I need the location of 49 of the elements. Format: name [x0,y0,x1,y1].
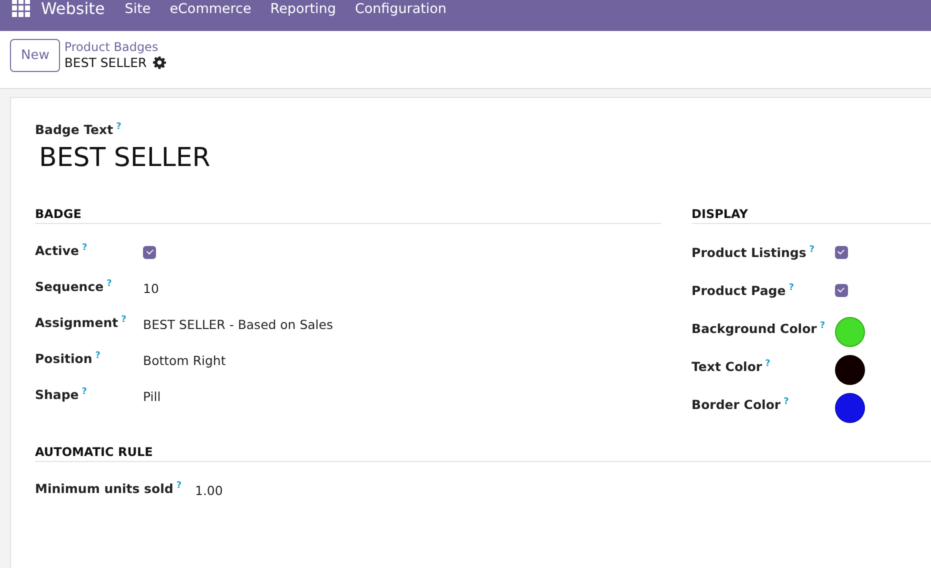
color-swatch[interactable] [834,393,865,423]
settings-icon[interactable] [152,56,166,69]
menu-item[interactable]: Configuration [354,0,446,16]
help-tooltip-mark[interactable]: ? [82,243,88,253]
field-value[interactable]: 10 [143,280,159,296]
color-swatch[interactable] [834,355,865,385]
menu-item[interactable]: eCommerce [170,0,252,16]
field-value[interactable]: BEST SELLER - Based on Sales [143,316,333,332]
menu-item[interactable]: Reporting [270,0,336,16]
badge-text-value[interactable]: BEST SELLER [39,143,931,173]
field-label: Text Color [692,359,762,374]
field-label: Shape [35,387,79,402]
help-tooltip-mark[interactable]: ? [82,387,87,397]
field-label: Active [35,243,79,258]
field-label: Badge Text [35,122,114,137]
help-tooltip-mark[interactable]: ? [784,397,789,407]
help-tooltip-mark[interactable]: ? [121,315,126,325]
record-name: BEST SELLER [64,55,147,70]
help-tooltip-mark[interactable]: ? [765,359,770,369]
color-swatch[interactable] [834,317,865,347]
help-tooltip-mark[interactable]: ? [809,245,815,255]
new-button[interactable]: New [10,39,60,72]
field-label: Border Color [692,397,781,412]
section-heading: DISPLAY [692,207,931,224]
field-value[interactable]: Pill [143,388,161,404]
field-label: Product Listings [692,245,806,260]
field-label: Product Page [692,283,786,298]
field-label: Background Color [692,321,817,336]
help-tooltip-mark[interactable]: ? [176,481,182,491]
help-tooltip-mark[interactable]: ? [820,321,826,331]
help-tooltip-mark[interactable]: ? [116,122,122,132]
field-label: Position [35,351,92,366]
menu-item[interactable]: Site [124,0,151,16]
help-tooltip-mark[interactable]: ? [106,279,112,289]
section-heading: BADGE [35,207,661,224]
help-tooltip-mark[interactable]: ? [788,283,794,293]
help-tooltip-mark[interactable]: ? [95,351,100,361]
breadcrumb-link[interactable]: Product Badges [64,40,166,54]
checkbox[interactable] [834,284,848,296]
app-grid-icon[interactable] [12,0,30,16]
app-name[interactable]: Website [41,0,105,18]
field-value[interactable]: 1.00 [195,482,223,498]
section-heading: AUTOMATIC RULE [35,445,931,462]
checkbox[interactable] [143,246,156,258]
field-label: Sequence [35,279,104,294]
field-label: Assignment [35,315,118,330]
field-value[interactable]: Bottom Right [143,352,226,368]
field-label: Minimum units sold [35,481,174,496]
checkbox[interactable] [834,246,848,258]
